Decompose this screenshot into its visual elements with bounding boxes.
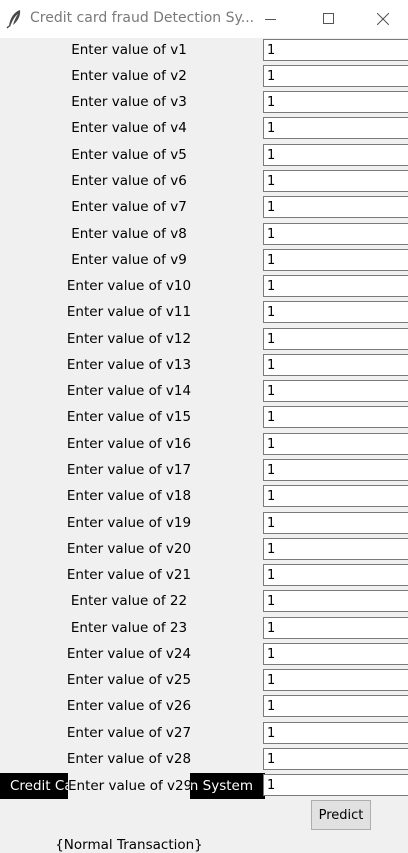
v26-input[interactable] xyxy=(263,695,408,717)
v9-input[interactable] xyxy=(263,249,408,271)
v4-input[interactable] xyxy=(263,117,408,139)
v15-input[interactable] xyxy=(263,406,408,428)
field-label: Enter value of v18 xyxy=(66,488,192,504)
predict-button[interactable]: Predict xyxy=(311,800,371,830)
v1-input[interactable] xyxy=(263,39,408,61)
v2-input[interactable] xyxy=(263,65,408,87)
v18-input[interactable] xyxy=(263,485,408,507)
v10-input[interactable] xyxy=(263,275,408,297)
field-label: Enter value of 22 xyxy=(70,593,188,609)
v19-input[interactable] xyxy=(263,512,408,534)
field-label: Enter value of v12 xyxy=(66,331,192,347)
field-row-v19: Enter value of v19 xyxy=(0,511,408,537)
field-row-v17: Enter value of v17 xyxy=(0,458,408,484)
field-label: Enter value of v27 xyxy=(66,725,192,741)
field-row-v28: Enter value of v28 xyxy=(0,747,408,773)
field-label: Enter value of v16 xyxy=(66,436,192,452)
field-label: Enter value of v25 xyxy=(66,672,192,688)
maximize-button[interactable] xyxy=(300,0,358,38)
field-label: Enter value of v8 xyxy=(71,226,187,242)
field-row-v27: Enter value of v27 xyxy=(0,721,408,747)
v14-input[interactable] xyxy=(263,380,408,402)
field-label: Enter value of v14 xyxy=(66,383,192,399)
field-row-v8: Enter value of v8 xyxy=(0,222,408,248)
v27-input[interactable] xyxy=(263,722,408,744)
field-label: Enter value of v17 xyxy=(66,462,192,478)
field-row-v9: Enter value of v9 xyxy=(0,248,408,274)
field-label: Enter value of v10 xyxy=(66,278,192,294)
v13-input[interactable] xyxy=(263,354,408,376)
field-row-v5: Enter value of v5 xyxy=(0,143,408,169)
field-row-v23: Enter value of 23 xyxy=(0,616,408,642)
field-label: Enter value of v24 xyxy=(66,646,192,662)
field-label: Enter value of v3 xyxy=(71,94,187,110)
field-label: Enter value of v20 xyxy=(66,541,192,557)
v24-input[interactable] xyxy=(263,643,408,665)
field-row-v20: Enter value of v20 xyxy=(0,537,408,563)
field-label: Enter value of v6 xyxy=(71,173,187,189)
maximize-icon xyxy=(323,13,335,25)
field-label: Enter value of v1 xyxy=(71,42,187,58)
title-bar: Credit card fraud Detection Sy... xyxy=(0,0,408,38)
field-row-v4: Enter value of v4 xyxy=(0,116,408,142)
field-label: Enter value of 23 xyxy=(70,620,188,636)
field-label: Enter value of v9 xyxy=(71,252,187,268)
field-row-v22: Enter value of 22 xyxy=(0,589,408,615)
minimize-icon xyxy=(265,13,277,25)
field-row-v25: Enter value of v25 xyxy=(0,668,408,694)
minimize-button[interactable] xyxy=(242,0,300,38)
v20-input[interactable] xyxy=(263,538,408,560)
field-label: Enter value of v19 xyxy=(66,515,192,531)
field-label: Enter value of v13 xyxy=(66,357,192,373)
field-label: Enter value of v26 xyxy=(66,698,192,714)
field-row-v24: Enter value of v24 xyxy=(0,642,408,668)
field-label: Enter value of v5 xyxy=(71,147,187,163)
field-label: Enter value of v29 xyxy=(68,773,192,799)
field-label: Enter value of v4 xyxy=(71,120,187,136)
v16-input[interactable] xyxy=(263,433,408,455)
field-row-v14: Enter value of v14 xyxy=(0,379,408,405)
v5-input[interactable] xyxy=(263,144,408,166)
v23-input[interactable] xyxy=(263,617,408,639)
v29-input[interactable] xyxy=(263,774,408,796)
field-label: Enter value of v15 xyxy=(66,409,192,425)
v8-input[interactable] xyxy=(263,223,408,245)
field-row-v26: Enter value of v26 xyxy=(0,694,408,720)
field-label: Enter value of v7 xyxy=(71,199,187,215)
v22-input[interactable] xyxy=(263,590,408,612)
v3-input[interactable] xyxy=(263,91,408,113)
field-label: Enter value of v21 xyxy=(66,567,192,583)
field-row-v29: Enter value of v29 xyxy=(0,773,408,799)
v7-input[interactable] xyxy=(263,196,408,218)
window-title: Credit card fraud Detection Sy... xyxy=(30,10,255,26)
v28-input[interactable] xyxy=(263,748,408,770)
v11-input[interactable] xyxy=(263,301,408,323)
field-row-v18: Enter value of v18 xyxy=(0,484,408,510)
field-row-v6: Enter value of v6 xyxy=(0,169,408,195)
feather-icon xyxy=(6,9,24,29)
close-button[interactable] xyxy=(358,0,408,38)
v17-input[interactable] xyxy=(263,459,408,481)
field-row-v21: Enter value of v21 xyxy=(0,563,408,589)
field-label: Enter value of v28 xyxy=(66,751,192,767)
v21-input[interactable] xyxy=(263,564,408,586)
field-label: Enter value of v11 xyxy=(66,304,192,320)
field-row-v12: Enter value of v12 xyxy=(0,327,408,353)
field-row-v11: Enter value of v11 xyxy=(0,300,408,326)
v6-input[interactable] xyxy=(263,170,408,192)
field-row-v10: Enter value of v10 xyxy=(0,274,408,300)
field-row-v2: Enter value of v2 xyxy=(0,64,408,90)
field-label: Enter value of v2 xyxy=(71,68,187,84)
field-row-v3: Enter value of v3 xyxy=(0,90,408,116)
v25-input[interactable] xyxy=(263,669,408,691)
field-row-v15: Enter value of v15 xyxy=(0,405,408,431)
prediction-result: {Normal Transaction} xyxy=(55,837,203,853)
field-row-v13: Enter value of v13 xyxy=(0,353,408,379)
close-icon xyxy=(377,13,389,25)
field-row-v16: Enter value of v16 xyxy=(0,432,408,458)
v12-input[interactable] xyxy=(263,328,408,350)
field-row-v7: Enter value of v7 xyxy=(0,195,408,221)
field-row-v1: Enter value of v1 xyxy=(0,38,408,64)
